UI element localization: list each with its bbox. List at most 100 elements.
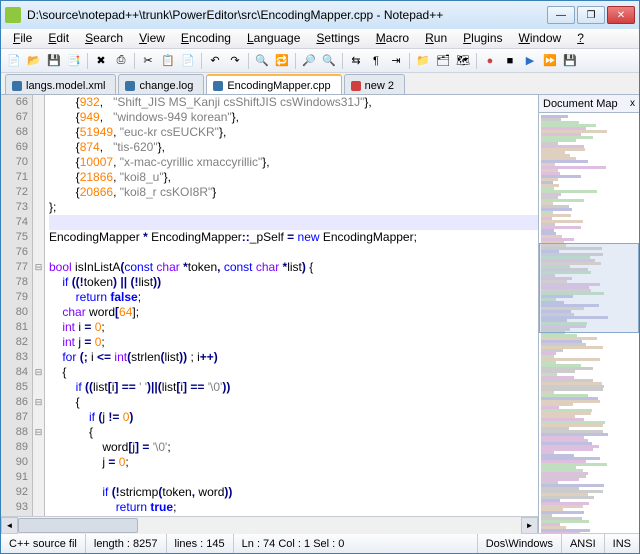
status-encoding[interactable]: ANSI (562, 534, 605, 553)
tab-EncodingMapper-cpp[interactable]: EncodingMapper.cpp (206, 74, 341, 94)
minimize-button[interactable]: — (547, 6, 575, 24)
cut-icon[interactable]: ✂ (139, 52, 157, 70)
code-line[interactable]: return true; (49, 500, 538, 515)
line-number: 79 (1, 290, 28, 305)
fold-marker (33, 200, 44, 215)
new-file-icon[interactable]: 📄 (5, 52, 23, 70)
menu-view[interactable]: View (131, 29, 173, 48)
paste-icon[interactable]: 📄 (179, 52, 197, 70)
tab-langs-model-xml[interactable]: langs.model.xml (5, 74, 116, 94)
fold-marker[interactable]: ⊟ (33, 395, 44, 410)
save-macro-icon[interactable]: 💾 (561, 52, 579, 70)
line-number: 66 (1, 95, 28, 110)
code-line[interactable]: bool isInListA(const char *token, const … (49, 260, 538, 275)
document-map-close-icon[interactable]: x (630, 98, 635, 109)
code-line[interactable]: int j = 0; (49, 335, 538, 350)
code-line[interactable]: {51949, "euc-kr csEUCKR"}, (49, 125, 538, 140)
line-number: 83 (1, 350, 28, 365)
code-line[interactable] (49, 470, 538, 485)
scroll-left-icon[interactable]: ◄ (1, 517, 18, 534)
find-icon[interactable]: 🔍 (253, 52, 271, 70)
scroll-thumb[interactable] (18, 518, 138, 533)
close-button[interactable]: ✕ (607, 6, 635, 24)
code-line[interactable]: char word[64]; (49, 305, 538, 320)
doc-map-icon[interactable]: 🗺 (454, 52, 472, 70)
code-line[interactable]: { (49, 425, 538, 440)
function-list-icon[interactable]: 🗂 (434, 52, 452, 70)
code-line[interactable]: { (49, 395, 538, 410)
fold-marker[interactable]: ⊟ (33, 425, 44, 440)
titlebar[interactable]: D:\source\notepad++\trunk\PowerEditor\sr… (1, 1, 639, 29)
menu-macro[interactable]: Macro (368, 29, 417, 48)
code-area[interactable]: {932, "Shift_JIS MS_Kanji csShiftJIS csW… (45, 95, 538, 516)
zoom-in-icon[interactable]: 🔎 (300, 52, 318, 70)
code-line[interactable]: {10007, "x-mac-cyrillic xmaccyrillic"}, (49, 155, 538, 170)
open-file-icon[interactable]: 📂 (25, 52, 43, 70)
close-icon[interactable]: ✖ (92, 52, 110, 70)
code-editor[interactable]: 6667686970717273747576777879808182838485… (1, 95, 538, 516)
code-line[interactable] (49, 245, 538, 260)
menu-encoding[interactable]: Encoding (173, 29, 239, 48)
copy-icon[interactable]: 📋 (159, 52, 177, 70)
code-line[interactable]: {949, "windows-949 korean"}, (49, 110, 538, 125)
play-icon[interactable]: ▶ (521, 52, 539, 70)
code-line[interactable]: word[j] = '\0'; (49, 440, 538, 455)
code-line[interactable]: int i = 0; (49, 320, 538, 335)
stop-icon[interactable]: ■ (501, 52, 519, 70)
code-line[interactable]: { (49, 365, 538, 380)
menu-language[interactable]: Language (239, 29, 308, 48)
replace-icon[interactable]: 🔁 (273, 52, 291, 70)
code-line[interactable]: {20866, "koi8_r csKOI8R"} (49, 185, 538, 200)
tab-new-2[interactable]: new 2 (344, 74, 405, 94)
save-all-icon[interactable]: 📑 (65, 52, 83, 70)
fold-marker (33, 350, 44, 365)
code-line[interactable] (49, 215, 538, 230)
zoom-out-icon[interactable]: 🔍 (320, 52, 338, 70)
fold-marker (33, 125, 44, 140)
code-line[interactable]: {874, "tis-620"}, (49, 140, 538, 155)
document-map-minimap[interactable] (539, 113, 639, 533)
sync-icon[interactable]: ⇆ (347, 52, 365, 70)
record-icon[interactable]: ● (481, 52, 499, 70)
code-line[interactable]: if ((list[i] == ' ')||(list[i] == '\0')) (49, 380, 538, 395)
print-icon[interactable]: ⎙ (112, 52, 130, 70)
menu-search[interactable]: Search (77, 29, 131, 48)
code-line[interactable]: {21866, "koi8_u"}, (49, 170, 538, 185)
fast-forward-icon[interactable]: ⏩ (541, 52, 559, 70)
save-icon[interactable]: 💾 (45, 52, 63, 70)
tab-change-log[interactable]: change.log (118, 74, 204, 94)
code-line[interactable]: if (j != 0) (49, 410, 538, 425)
menu-settings[interactable]: Settings (308, 29, 367, 48)
fold-marker[interactable]: ⊟ (33, 365, 44, 380)
horizontal-scrollbar[interactable]: ◄ ► (1, 516, 538, 533)
code-line[interactable]: }; (49, 200, 538, 215)
code-line[interactable]: j = 0; (49, 455, 538, 470)
menu-edit[interactable]: Edit (40, 29, 77, 48)
tabbar: langs.model.xmlchange.logEncodingMapper.… (1, 73, 639, 95)
scroll-right-icon[interactable]: ► (521, 517, 538, 534)
maximize-button[interactable]: ❐ (577, 6, 605, 24)
menu-[interactable]: ? (569, 29, 592, 48)
code-line[interactable]: if ((!token) || (!list)) (49, 275, 538, 290)
code-line[interactable]: EncodingMapper * EncodingMapper::_pSelf … (49, 230, 538, 245)
undo-icon[interactable]: ↶ (206, 52, 224, 70)
redo-icon[interactable]: ↷ (226, 52, 244, 70)
fold-gutter[interactable]: ⊟ ⊟ ⊟ ⊟ (33, 95, 45, 516)
menu-window[interactable]: Window (511, 29, 570, 48)
show-all-icon[interactable]: ¶ (367, 52, 385, 70)
folder-icon[interactable]: 📁 (414, 52, 432, 70)
status-insert-mode[interactable]: INS (605, 534, 639, 553)
code-line[interactable]: return false; (49, 290, 538, 305)
indent-icon[interactable]: ⇥ (387, 52, 405, 70)
code-line[interactable]: for (; i <= int(strlen(list)) ; i++) (49, 350, 538, 365)
menu-run[interactable]: Run (417, 29, 455, 48)
minimap-viewport[interactable] (539, 243, 639, 333)
status-eol[interactable]: Dos\Windows (478, 534, 562, 553)
menu-plugins[interactable]: Plugins (455, 29, 510, 48)
line-number: 68 (1, 125, 28, 140)
fold-marker[interactable]: ⊟ (33, 260, 44, 275)
code-line[interactable]: if (!stricmp(token, word)) (49, 485, 538, 500)
scroll-track[interactable] (18, 517, 521, 534)
menu-file[interactable]: File (5, 29, 40, 48)
code-line[interactable]: {932, "Shift_JIS MS_Kanji csShiftJIS csW… (49, 95, 538, 110)
